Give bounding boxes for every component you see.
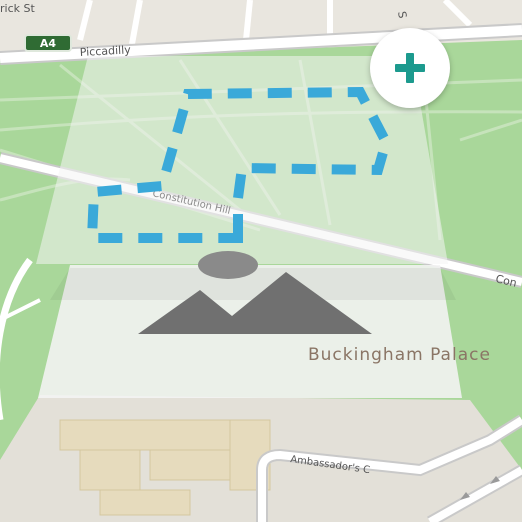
plus-icon <box>406 53 414 83</box>
place-label: Buckingham Palace <box>308 345 491 365</box>
map-view[interactable]: rick St Piccadilly S Con Ambassador's C … <box>0 0 522 522</box>
layer-shadow <box>50 268 456 300</box>
image-sun-icon <box>198 251 258 279</box>
add-button[interactable] <box>370 28 450 108</box>
road-shield-a4: A4 <box>24 34 72 52</box>
street-label: rick St <box>0 2 35 15</box>
